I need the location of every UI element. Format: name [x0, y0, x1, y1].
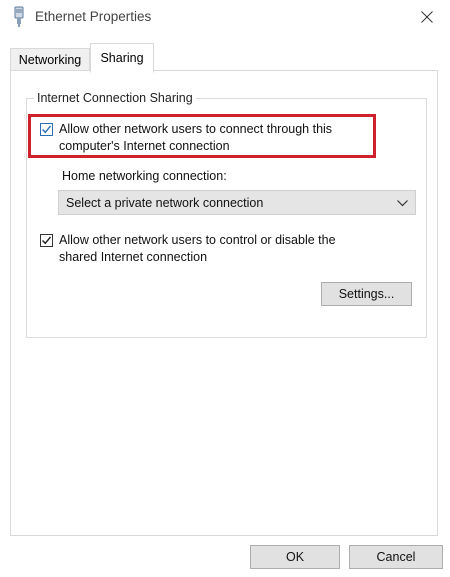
ethernet-adapter-icon — [12, 6, 26, 28]
allow-control-label[interactable]: Allow other network users to control or … — [59, 232, 336, 266]
tab-networking[interactable]: Networking — [10, 48, 90, 71]
home-networking-label: Home networking connection: — [62, 169, 227, 183]
checkmark-icon — [42, 125, 51, 134]
allow-connect-label[interactable]: Allow other network users to connect thr… — [59, 121, 332, 155]
close-button[interactable] — [404, 0, 450, 34]
allow-control-label-line2: shared Internet connection — [59, 250, 208, 264]
tab-sharing[interactable]: Sharing — [90, 43, 154, 73]
settings-button[interactable]: Settings... — [321, 282, 412, 306]
allow-control-checkbox[interactable] — [40, 234, 53, 247]
close-icon — [421, 11, 433, 23]
select-value: Select a private network connection — [66, 196, 264, 210]
allow-connect-label-line2: computer's Internet connection — [59, 139, 230, 153]
allow-connect-checkbox[interactable] — [40, 123, 53, 136]
home-networking-select[interactable]: Select a private network connection — [58, 190, 416, 215]
chevron-down-icon — [397, 200, 408, 207]
window-title: Ethernet Properties — [35, 9, 152, 24]
ok-button[interactable]: OK — [250, 545, 340, 569]
group-title: Internet Connection Sharing — [34, 91, 196, 105]
checkmark-icon — [42, 236, 51, 245]
allow-connect-label-line1: Allow other network users to connect thr… — [59, 122, 333, 136]
cancel-button[interactable]: Cancel — [349, 545, 443, 569]
allow-control-label-line1: Allow other network users to control or … — [59, 233, 336, 247]
title-bar: Ethernet Properties — [0, 0, 450, 34]
